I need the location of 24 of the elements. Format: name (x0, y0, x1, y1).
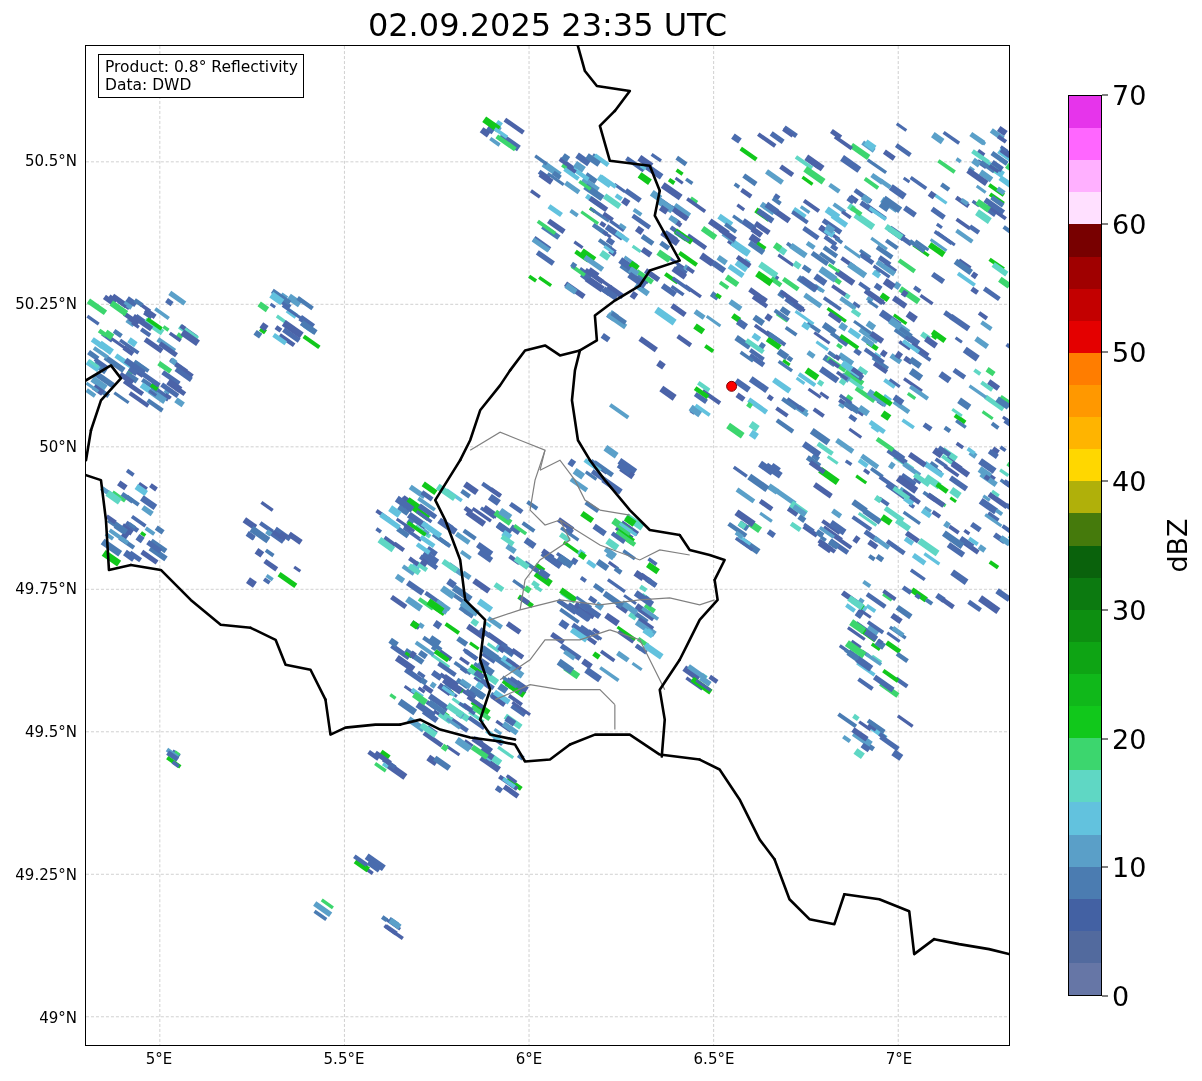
annotation-text: Product: 0.8° Reflectivity (105, 58, 298, 76)
annotation-text: Data: DWD (105, 76, 193, 94)
colorbar-tick-label: 70 (1112, 79, 1147, 111)
latitude-label: 50°N (39, 437, 77, 456)
latitude-label: 50.25°N (15, 294, 77, 313)
colorbar-tick-label: 50 (1112, 336, 1147, 368)
colorbar-tick-label: 10 (1112, 851, 1147, 883)
longitude-label: 7°E (885, 1050, 913, 1068)
longitude-label: 6°E (515, 1050, 543, 1068)
latitude-label: 50.5°N (24, 152, 77, 170)
latitude-label: 49.5°N (24, 723, 77, 742)
longitude-label: 6.5°E (693, 1050, 735, 1068)
colorbar-label: dBZ (1161, 518, 1193, 573)
colorbar-tick-label: 0 (1112, 980, 1130, 1012)
colorbar-tick-label: 30 (1112, 594, 1147, 626)
longitude-label: 5°E (145, 1050, 173, 1068)
colorbar-tick-label: 20 (1112, 723, 1147, 755)
latitude-label: 49.25°N (15, 866, 77, 884)
latitude-label: 49.75°N (15, 580, 77, 599)
longitude-label: 5.5°E (323, 1050, 365, 1068)
latitude-label: 49°N (39, 1008, 77, 1027)
chart-title: 02.09.2025 23:35 UTC (367, 5, 728, 45)
colorbar-tick-label: 40 (1112, 465, 1147, 497)
colorbar-tick-label: 60 (1112, 208, 1147, 240)
